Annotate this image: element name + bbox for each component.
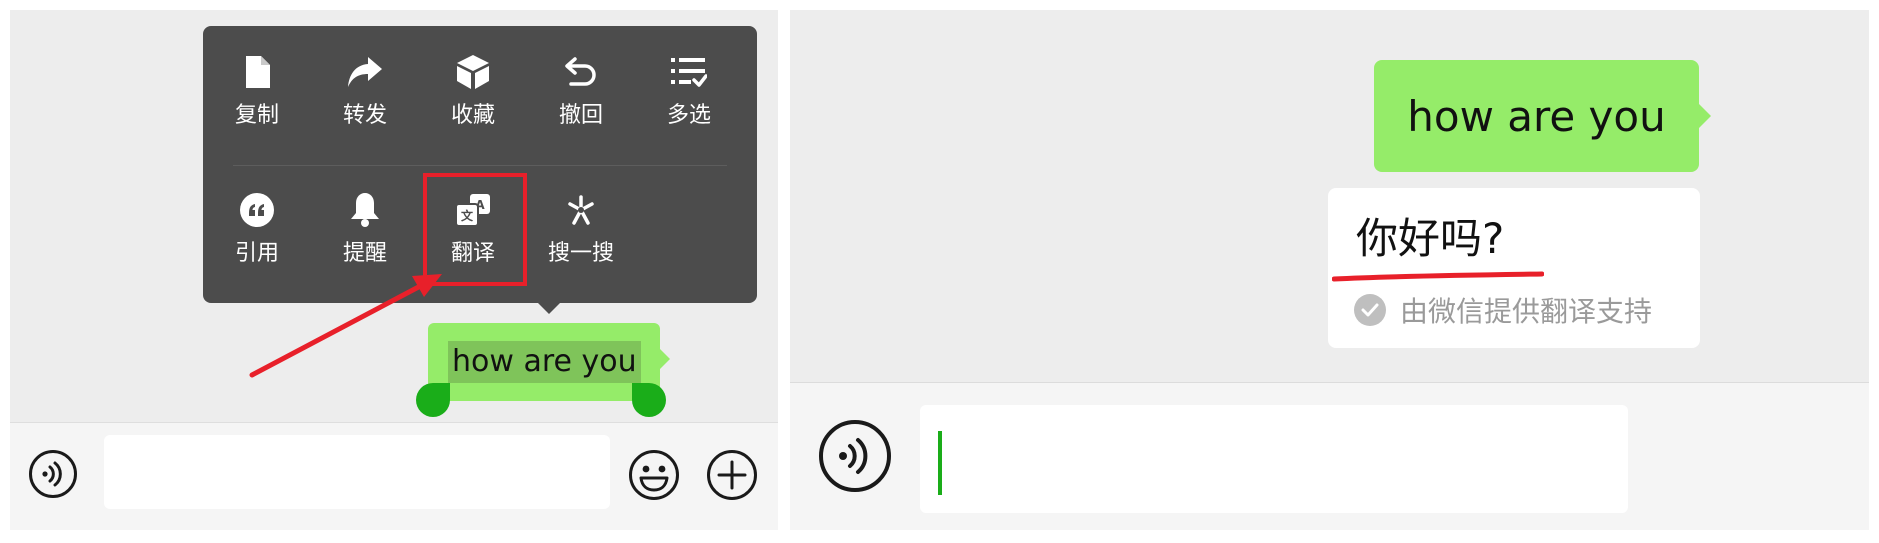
selected-message-text[interactable]: how are you (448, 341, 641, 383)
menu-item-label: 多选 (666, 103, 711, 128)
menu-item-label: 提醒 (342, 241, 387, 266)
menu-item-search[interactable]: 搜一搜 (527, 176, 635, 286)
menu-item-label: 引用 (234, 241, 279, 266)
left-chat-panel: 复制 转发 收藏 撤回 多选 引用 提醒 A 文 翻译 搜一搜 how are … (10, 10, 778, 530)
voice-icon (819, 420, 891, 492)
selection-handle-right[interactable] (632, 383, 666, 417)
emoji-icon (629, 450, 679, 500)
voice-icon (29, 450, 77, 498)
translation-text: 你好吗? (1356, 214, 1505, 263)
menu-item-favorite[interactable]: 收藏 (419, 38, 527, 148)
red-underline-annotation (1332, 271, 1544, 282)
more-button[interactable] (706, 449, 758, 501)
menu-item-recall[interactable]: 撤回 (527, 38, 635, 148)
menu-item-copy[interactable]: 复制 (203, 38, 311, 148)
cube-icon (453, 52, 493, 92)
message-input[interactable] (104, 435, 610, 509)
stage: 复制 转发 收藏 撤回 多选 引用 提醒 A 文 翻译 搜一搜 how are … (0, 0, 1879, 543)
provider-text: 由微信提供翻译支持 (1400, 295, 1653, 328)
menu-item-remind[interactable]: 提醒 (311, 176, 419, 286)
menu-item-label: 转发 (342, 103, 387, 128)
search-sparkle-icon (561, 190, 601, 230)
plus-icon (707, 450, 757, 500)
menu-item-label: 收藏 (450, 103, 495, 128)
menu-item-label: 复制 (234, 103, 279, 128)
menu-item-label: 搜一搜 (547, 241, 614, 266)
undo-icon (561, 52, 601, 92)
menu-item-label: 撤回 (558, 103, 603, 128)
message-text: how are you (1407, 91, 1666, 141)
chat-input-bar (790, 382, 1869, 530)
forward-arrow-icon (345, 52, 385, 92)
emoji-button[interactable] (628, 449, 680, 501)
checkmark-icon (1354, 294, 1386, 326)
translation-card[interactable]: 你好吗? 由微信提供翻译支持 (1328, 188, 1700, 348)
menu-item-quote[interactable]: 引用 (203, 176, 311, 286)
voice-button[interactable] (818, 419, 892, 493)
multi-select-list-icon (669, 52, 709, 92)
quote-icon (237, 190, 277, 230)
sent-message-bubble[interactable]: how are you (1374, 60, 1711, 172)
right-chat-panel: how are you 你好吗? 由微信提供翻译支持 (790, 10, 1869, 530)
menu-item-forward[interactable]: 转发 (311, 38, 419, 148)
selection-handle-left[interactable] (416, 383, 450, 417)
sent-message-bubble[interactable]: how are you (428, 323, 670, 401)
message-input[interactable] (920, 405, 1628, 513)
text-caret (938, 431, 942, 495)
voice-button[interactable] (28, 449, 78, 499)
menu-pointer (538, 303, 560, 314)
chat-input-bar (10, 422, 778, 530)
translate-highlight-box (423, 173, 527, 286)
document-icon (237, 52, 277, 92)
menu-divider (233, 165, 727, 166)
translation-provider: 由微信提供翻译支持 (1354, 290, 1652, 330)
menu-item-multi-select[interactable]: 多选 (635, 38, 743, 148)
bell-icon (345, 190, 385, 230)
